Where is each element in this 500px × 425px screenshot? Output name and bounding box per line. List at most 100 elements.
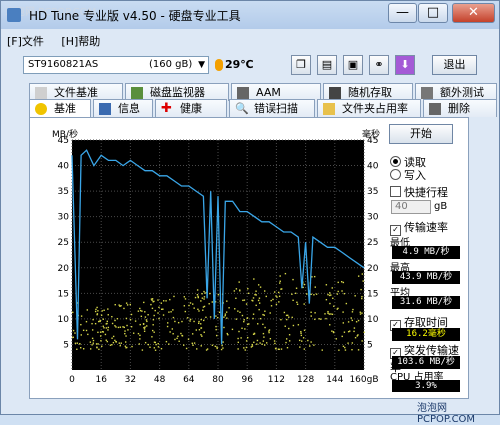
access-time-point <box>275 303 278 306</box>
access-time-point <box>97 310 99 312</box>
access-time-point <box>134 320 137 322</box>
y-tick-label-right: 25 <box>367 238 378 248</box>
tab-health[interactable]: ✚ 健康 <box>155 99 227 117</box>
access-time-point <box>216 347 218 350</box>
monitor-icon <box>131 87 143 99</box>
tab-erase[interactable]: 删除 <box>423 99 497 117</box>
access-time-point <box>329 324 331 326</box>
drive-name: ST9160821AS <box>28 59 99 70</box>
access-time-point <box>195 329 198 331</box>
access-time-point <box>89 341 92 343</box>
access-time-point <box>202 309 204 311</box>
access-time-point <box>102 318 104 320</box>
drive-select[interactable]: ST9160821AS (160 gB) ▼ <box>23 56 209 74</box>
exit-button[interactable]: 退出 <box>432 55 477 75</box>
access-time-point <box>347 342 349 344</box>
access-time-point <box>240 337 242 339</box>
access-time-point <box>162 314 165 316</box>
access-time-point <box>300 332 302 334</box>
access-time-point <box>269 337 272 340</box>
access-time-point <box>196 289 199 291</box>
copy-text-icon[interactable]: ▤ <box>317 55 337 75</box>
access-time-point <box>327 312 329 314</box>
access-time-point <box>252 333 255 335</box>
menu-file[interactable]: [F]文件 <box>7 33 44 49</box>
access-time-point <box>222 347 224 349</box>
compare-icon[interactable]: ⚭ <box>369 55 389 75</box>
access-time-point <box>215 315 217 317</box>
access-time-point <box>95 343 98 345</box>
tab-error-scan[interactable]: 🔍 错误扫描 <box>229 99 315 117</box>
tab-label: 删除 <box>448 102 470 115</box>
access-time-point <box>138 343 140 345</box>
menu-help[interactable]: [H]帮助 <box>61 33 100 49</box>
app-window: 泡泡网 PCPOP.COM HD Tune 专业版 v4.50 - 硬盘专业工具… <box>0 0 500 425</box>
tab-folder-usage[interactable]: 文件夹占用率 <box>317 99 421 117</box>
access-time-point <box>211 344 214 346</box>
access-time-point <box>144 326 146 328</box>
access-time-point <box>198 310 200 312</box>
access-time-point <box>94 310 97 313</box>
access-time-point <box>72 329 75 332</box>
access-time-point <box>157 346 160 348</box>
access-time-point <box>234 308 236 310</box>
access-time-point <box>181 334 183 337</box>
write-radio[interactable]: 写入 <box>390 167 426 183</box>
short-stroke-label: 快捷行程 <box>404 186 448 199</box>
access-time-point <box>224 314 226 317</box>
access-time-point <box>91 344 93 346</box>
access-time-point <box>91 337 94 340</box>
save-icon[interactable]: ▣ <box>343 55 363 75</box>
access-time-point <box>189 302 192 304</box>
tab-benchmark[interactable]: 基准 <box>29 99 91 119</box>
access-time-point <box>80 323 82 326</box>
x-tick-label: 16 <box>95 375 107 385</box>
y-tick-label-right: 30 <box>367 213 379 223</box>
access-time-point <box>85 329 88 332</box>
access-time-point <box>328 313 331 315</box>
access-time-point <box>263 336 265 338</box>
copy-icon[interactable]: ❐ <box>291 55 311 75</box>
access-time-point <box>189 320 191 322</box>
access-time-point <box>351 348 353 351</box>
access-time-point <box>291 316 293 319</box>
short-stroke-spinner[interactable]: 40 <box>391 200 431 214</box>
access-time-point <box>171 328 174 330</box>
access-time-point <box>263 290 266 292</box>
access-time-point <box>298 339 301 342</box>
access-time-point <box>237 310 239 312</box>
access-time-point <box>143 328 146 330</box>
access-time-point <box>216 346 218 348</box>
access-time-point <box>126 346 128 349</box>
access-time-point <box>118 342 121 344</box>
access-time-point <box>200 327 203 329</box>
close-button[interactable]: ✕ <box>452 3 495 23</box>
access-time-point <box>160 302 163 304</box>
access-time-point <box>223 326 225 329</box>
short-stroke-checkbox[interactable]: 快捷行程 <box>390 184 448 200</box>
access-time-point <box>301 340 303 342</box>
access-time-point <box>247 292 250 295</box>
access-time-point <box>310 341 312 343</box>
access-time-point <box>154 309 156 312</box>
access-time-point <box>127 329 129 331</box>
access-time-point <box>214 345 216 348</box>
access-time-point <box>177 335 179 338</box>
access-time-point <box>353 327 356 329</box>
gb-icon: gB <box>434 201 448 212</box>
access-time-point <box>233 290 236 292</box>
access-time-point <box>104 333 107 336</box>
access-time-point <box>177 321 180 324</box>
tab-label: 文件基准 <box>54 86 98 99</box>
tab-info[interactable]: 信息 <box>93 99 153 117</box>
access-time-point <box>237 337 239 340</box>
access-time-point <box>238 330 240 333</box>
download-icon[interactable]: ⬇ <box>395 55 415 75</box>
access-time-point <box>303 329 306 331</box>
access-time-point <box>154 341 156 344</box>
maximize-button[interactable]: □ <box>418 3 448 23</box>
access-time-point <box>325 284 328 286</box>
start-button[interactable]: 开始 <box>389 124 453 144</box>
access-time-point <box>119 326 122 328</box>
minimize-button[interactable]: — <box>388 3 417 23</box>
